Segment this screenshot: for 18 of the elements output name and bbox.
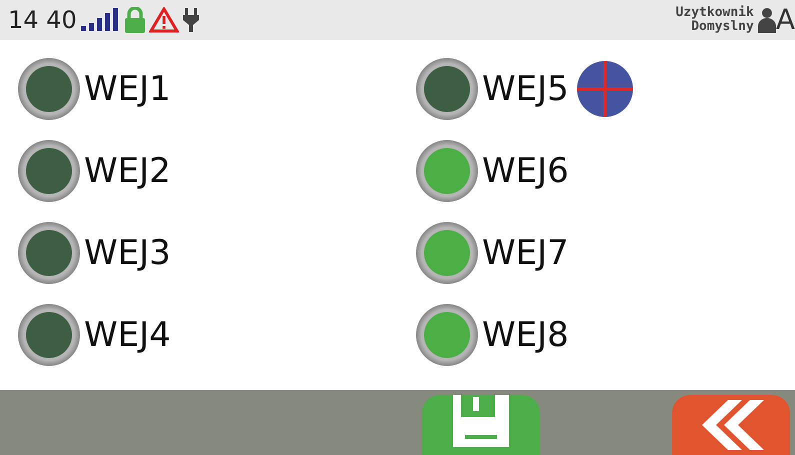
back-button[interactable] bbox=[672, 395, 790, 455]
user-initial: A bbox=[776, 6, 795, 34]
input-label: WEJ2 bbox=[84, 150, 171, 192]
warning-icon bbox=[148, 7, 179, 33]
signal-icon bbox=[80, 8, 121, 32]
user-icon bbox=[758, 7, 776, 33]
padlock-icon bbox=[124, 7, 145, 33]
input-label: WEJ1 bbox=[84, 68, 171, 110]
user-name: Uzytkownik Domyslny bbox=[676, 6, 754, 34]
input-label: WEJ6 bbox=[482, 150, 569, 192]
save-button[interactable] bbox=[422, 395, 540, 455]
input-label: WEJ5 bbox=[482, 68, 569, 110]
input-label: WEJ8 bbox=[482, 314, 569, 356]
plug-icon bbox=[182, 8, 199, 32]
input-label: WEJ7 bbox=[482, 232, 569, 274]
input-label: WEJ3 bbox=[84, 232, 171, 274]
input-label: WEJ4 bbox=[84, 314, 171, 356]
clock-time: 14 40 bbox=[8, 5, 77, 36]
